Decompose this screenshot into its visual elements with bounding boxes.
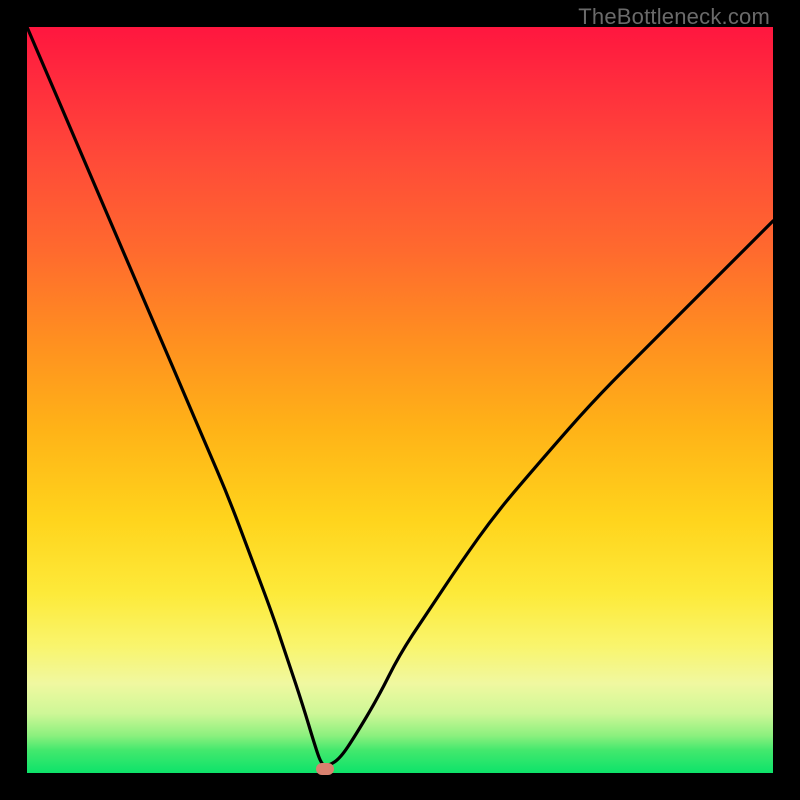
chart-frame: TheBottleneck.com — [0, 0, 800, 800]
curve-path — [27, 27, 773, 766]
bottleneck-curve — [27, 27, 773, 773]
plot-area — [27, 27, 773, 773]
optimal-marker — [316, 763, 334, 775]
